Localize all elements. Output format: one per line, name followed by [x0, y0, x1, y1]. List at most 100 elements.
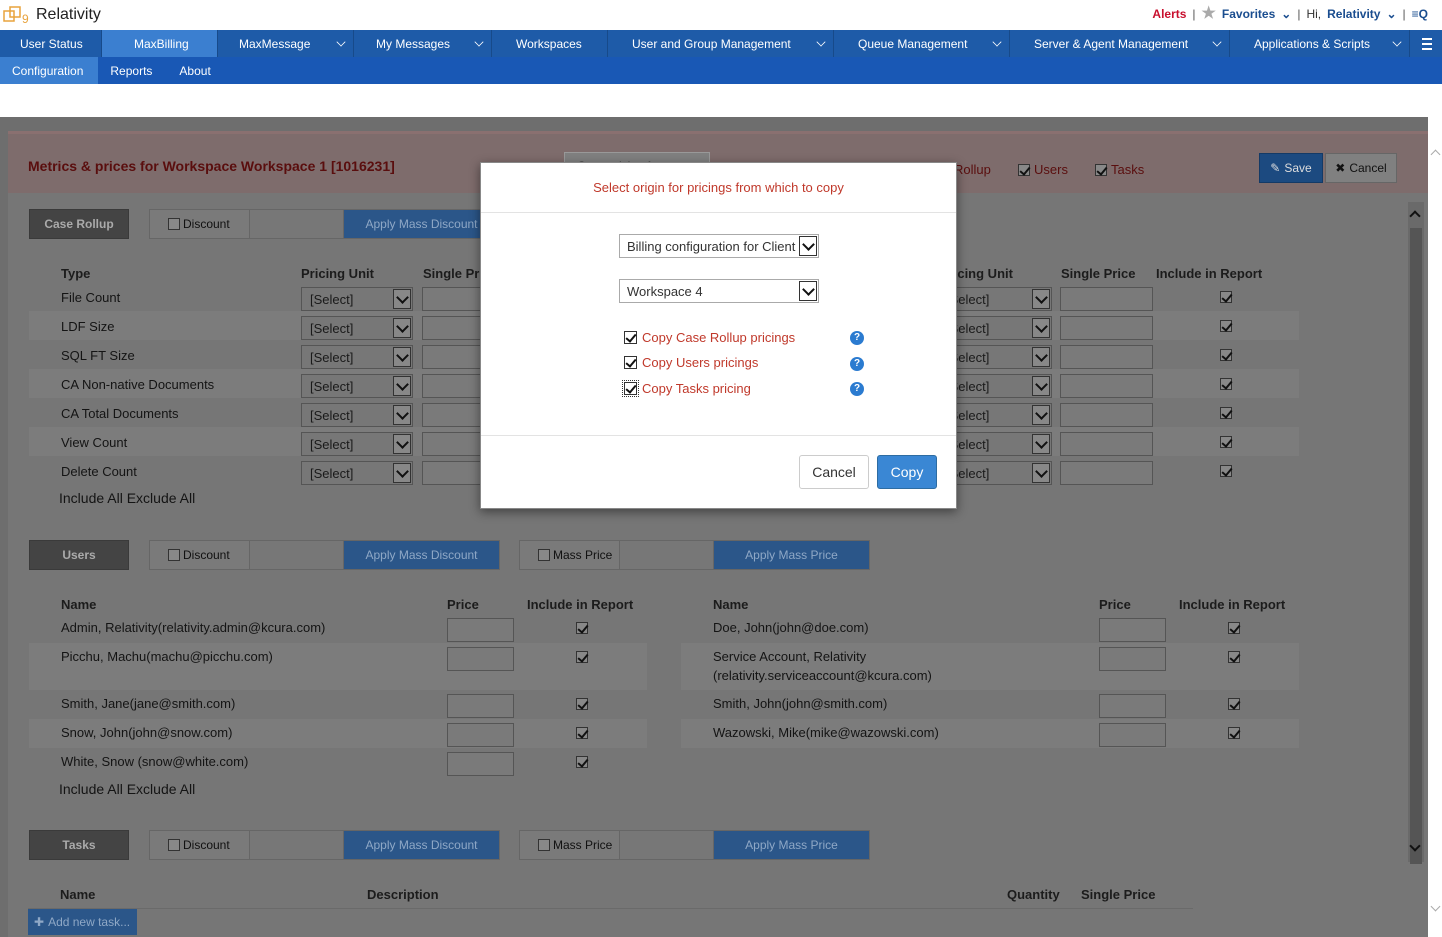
copy-case-rollup-checkbox[interactable]: Copy Case Rollup pricings	[624, 330, 795, 345]
tab-applications-scripts[interactable]: Applications & Scripts	[1230, 30, 1410, 57]
tab-server-agent-management[interactable]: Server & Agent Management	[1010, 30, 1230, 57]
single-price-input[interactable]	[1060, 287, 1153, 311]
checkbox[interactable]	[168, 549, 180, 561]
single-price-input[interactable]	[422, 345, 482, 369]
include-in-report-checkbox[interactable]	[1220, 320, 1232, 332]
chevron-down-icon[interactable]	[992, 37, 1002, 47]
include-in-report-checkbox[interactable]	[1220, 291, 1232, 303]
search-icon[interactable]: ≡Q	[1412, 7, 1428, 21]
origin-configuration-select[interactable]: Billing configuration for Client	[619, 234, 819, 258]
help-icon[interactable]: ?	[850, 357, 864, 371]
apply-mass-discount-button[interactable]: Apply Mass Discount	[344, 541, 499, 569]
chevron-down-icon[interactable]	[1212, 37, 1222, 47]
save-button[interactable]: ✎ Save	[1259, 153, 1323, 183]
chevron-down-icon[interactable]	[474, 37, 484, 47]
discount-input[interactable]	[250, 541, 344, 569]
mass-price-input[interactable]	[620, 541, 714, 569]
single-price-input[interactable]	[1060, 432, 1153, 456]
cancel-button[interactable]: ✖ Cancel	[1325, 153, 1397, 183]
include-all-link[interactable]: Include All	[59, 781, 123, 797]
single-price-input[interactable]	[1060, 461, 1153, 485]
user-price-input[interactable]	[1099, 694, 1166, 718]
include-in-report-checkbox[interactable]	[1220, 407, 1232, 419]
apply-mass-price-button[interactable]: Apply Mass Price	[714, 831, 869, 859]
tab-maxbilling[interactable]: MaxBilling	[102, 30, 218, 57]
single-price-input[interactable]	[422, 374, 482, 398]
chevron-down-icon[interactable]	[799, 236, 817, 256]
user-price-input[interactable]	[447, 618, 514, 642]
tab-user-status[interactable]: User Status	[0, 30, 102, 57]
checkbox[interactable]	[168, 218, 180, 230]
tasks-check[interactable]: Tasks	[1095, 162, 1144, 177]
mass-price-input[interactable]	[620, 831, 714, 859]
pricing-unit-select[interactable]: [Select]	[301, 461, 413, 485]
chevron-down-icon[interactable]	[1032, 434, 1050, 454]
pricing-unit-select[interactable]: [Select]	[301, 287, 413, 311]
help-icon[interactable]: ?	[850, 331, 864, 345]
alerts-link[interactable]: Alerts	[1152, 7, 1186, 21]
single-price-input[interactable]	[422, 461, 482, 485]
checkbox[interactable]	[624, 331, 637, 344]
chevron-down-icon[interactable]	[1032, 463, 1050, 483]
tab-maxmessage[interactable]: MaxMessage	[218, 30, 354, 57]
chevron-down-icon[interactable]	[816, 37, 826, 47]
chevron-down-icon[interactable]	[393, 289, 411, 309]
include-in-report-checkbox[interactable]	[1220, 349, 1232, 361]
panel-scrollbar[interactable]	[1408, 202, 1424, 864]
discount-input[interactable]	[250, 210, 344, 238]
include-in-report-checkbox[interactable]	[576, 756, 588, 768]
subtab-reports[interactable]: Reports	[98, 57, 167, 84]
scroll-thumb[interactable]	[1410, 228, 1422, 864]
case-rollup-section-button[interactable]: Case Rollup	[29, 209, 129, 239]
tab-user-group-management[interactable]: User and Group Management	[608, 30, 834, 57]
chevron-down-icon[interactable]	[1032, 289, 1050, 309]
single-price-input[interactable]	[1060, 374, 1153, 398]
pricing-unit-select[interactable]: [Select]	[301, 374, 413, 398]
exclude-all-link[interactable]: Exclude All	[127, 781, 195, 797]
chevron-down-icon[interactable]	[1392, 37, 1402, 47]
page-scrollbar[interactable]	[1428, 117, 1442, 937]
tab-queue-management[interactable]: Queue Management	[834, 30, 1010, 57]
user-price-input[interactable]	[1099, 723, 1166, 747]
include-in-report-checkbox[interactable]	[1220, 378, 1232, 390]
user-price-input[interactable]	[1099, 618, 1166, 642]
scroll-up-icon[interactable]	[1430, 149, 1441, 160]
user-price-input[interactable]	[447, 752, 514, 776]
help-icon[interactable]: ?	[850, 382, 864, 396]
chevron-down-icon[interactable]: ⌄	[1386, 7, 1396, 21]
user-price-input[interactable]	[1099, 647, 1166, 671]
chevron-down-icon[interactable]	[1032, 376, 1050, 396]
apply-mass-discount-button[interactable]: Apply Mass Discount	[344, 831, 499, 859]
single-price-input[interactable]	[1060, 316, 1153, 340]
add-new-task-button[interactable]: ✚ Add new task...	[28, 909, 137, 935]
chevron-down-icon[interactable]	[1032, 347, 1050, 367]
mass-price-toggle[interactable]: Mass Price	[520, 541, 620, 569]
chevron-down-icon[interactable]	[336, 37, 346, 47]
user-price-input[interactable]	[447, 694, 514, 718]
discount-toggle[interactable]: Discount	[150, 541, 250, 569]
include-in-report-checkbox[interactable]	[1220, 436, 1232, 448]
chevron-down-icon[interactable]	[393, 405, 411, 425]
hamburger-menu-icon[interactable]	[1412, 30, 1442, 57]
subtab-configuration[interactable]: Configuration	[0, 57, 99, 84]
chevron-down-icon[interactable]	[1032, 405, 1050, 425]
single-price-input[interactable]	[422, 287, 482, 311]
user-menu[interactable]: Relativity	[1327, 7, 1380, 21]
include-in-report-checkbox[interactable]	[576, 727, 588, 739]
checkbox[interactable]	[622, 380, 639, 397]
users-section-button[interactable]: Users	[29, 540, 129, 570]
favorites-link[interactable]: Favorites	[1222, 7, 1275, 21]
pricing-unit-select[interactable]: [Select]	[301, 316, 413, 340]
single-price-input[interactable]	[1060, 345, 1153, 369]
discount-toggle[interactable]: Discount	[150, 831, 250, 859]
checkbox[interactable]	[538, 839, 550, 851]
chevron-down-icon[interactable]	[393, 347, 411, 367]
checkbox[interactable]	[1095, 163, 1107, 176]
chevron-down-icon[interactable]: ⌄	[1281, 7, 1291, 21]
star-icon[interactable]: ★	[1202, 6, 1216, 22]
exclude-all-link[interactable]: Exclude All	[127, 490, 195, 506]
copy-tasks-checkbox[interactable]: Copy Tasks pricing	[622, 380, 751, 397]
user-price-input[interactable]	[447, 647, 514, 671]
mass-price-toggle[interactable]: Mass Price	[520, 831, 620, 859]
apply-mass-discount-button[interactable]: Apply Mass Discount	[344, 210, 499, 238]
